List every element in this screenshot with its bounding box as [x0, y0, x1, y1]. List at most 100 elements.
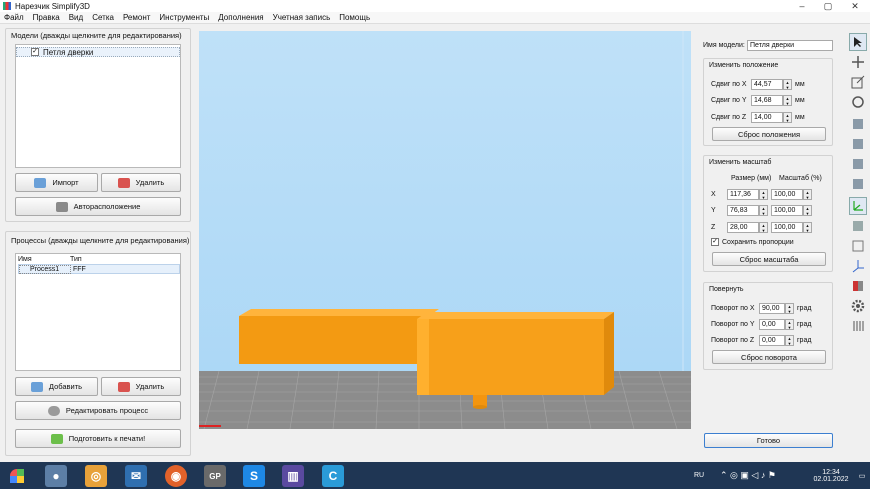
edit-process-button[interactable]: Редактировать процесс	[15, 401, 181, 420]
scale-z-spinner[interactable]: ▲ ▼	[803, 222, 812, 233]
pos-x-spinner[interactable]: ▲ ▼	[783, 79, 792, 90]
delete-process-button[interactable]: Удалить	[101, 377, 181, 396]
view-iso-icon[interactable]	[849, 175, 867, 193]
rot-x-spinner[interactable]: ▲ ▼	[785, 303, 794, 314]
process-name: Process1	[19, 264, 71, 274]
rot-y-input[interactable]: 0,00	[759, 319, 785, 330]
scale-y-input[interactable]: 100,00	[771, 205, 803, 216]
rotate-tool-icon[interactable]	[849, 93, 867, 111]
pos-y-spinner[interactable]: ▲ ▼	[783, 95, 792, 106]
pos-z-spinner[interactable]: ▲ ▼	[783, 112, 792, 123]
reset-position-button[interactable]: Сброс положения	[712, 127, 826, 141]
delete-model-button[interactable]: Удалить	[101, 173, 181, 192]
view-top-icon[interactable]	[849, 115, 867, 133]
menu-mesh[interactable]: Сетка	[92, 13, 114, 22]
scale-x-spinner[interactable]: ▲ ▼	[803, 189, 812, 200]
menu-tools[interactable]: Инструменты	[159, 13, 209, 22]
import-button[interactable]: Импорт	[15, 173, 98, 192]
size-x-input[interactable]: 117,36	[727, 189, 759, 200]
wireframe-view-icon[interactable]	[849, 237, 867, 255]
menu-account[interactable]: Учетная запись	[273, 13, 331, 22]
view-side-icon[interactable]	[849, 155, 867, 173]
rot-x-input[interactable]: 90,00	[759, 303, 785, 314]
maximize-icon[interactable]: ▢	[816, 0, 840, 12]
size-y-input[interactable]: 76,83	[727, 205, 759, 216]
table-header: Имя Тип	[16, 254, 180, 264]
scale-x-input[interactable]: 100,00	[771, 189, 803, 200]
list-item[interactable]: ✓ Петля дверки	[16, 47, 180, 57]
solid-view-icon[interactable]	[849, 217, 867, 235]
title-bar: Нарезчик Simplify3D – ▢ ✕	[0, 0, 870, 12]
size-x-spinner[interactable]: ▲ ▼	[759, 189, 768, 200]
scale-tool-icon[interactable]	[849, 73, 867, 91]
app6-icon[interactable]: S	[243, 465, 265, 487]
rot-z-input[interactable]: 0,00	[759, 335, 785, 346]
cross-section-icon[interactable]	[849, 277, 867, 295]
app8-icon[interactable]: C	[322, 465, 344, 487]
scene	[199, 31, 691, 429]
app-icon	[3, 2, 11, 10]
models-list[interactable]: ✓ Петля дверки	[15, 44, 181, 168]
size-z-spinner[interactable]: ▲ ▼	[759, 222, 768, 233]
rot-z-spinner[interactable]: ▲ ▼	[785, 335, 794, 346]
menu-plugins[interactable]: Дополнения	[218, 13, 263, 22]
menu-edit[interactable]: Правка	[33, 13, 60, 22]
model-checkbox[interactable]: ✓	[31, 48, 39, 56]
pos-z-input[interactable]: 14,00	[751, 112, 783, 123]
notifications-icon[interactable]: ▭	[856, 462, 868, 489]
pos-z-label: Сдвиг по Z	[711, 114, 747, 121]
add-process-button[interactable]: Добавить	[15, 377, 98, 396]
keep-ratio-label: Сохранить пропорции	[722, 238, 794, 246]
rot-z-label: Поворот по Z	[711, 337, 755, 344]
select-tool-icon[interactable]	[849, 33, 867, 51]
autoplace-icon	[55, 201, 68, 212]
move-tool-icon[interactable]	[849, 53, 867, 71]
app5-icon[interactable]: GP	[204, 465, 226, 487]
right-toolbar	[846, 31, 870, 331]
tray-lang[interactable]: RU	[694, 462, 704, 489]
model-name-input[interactable]: Петля дверки	[747, 40, 833, 51]
pos-x-input[interactable]: 44,57	[751, 79, 783, 90]
models-title: Модели (дважды щелкните для редактирован…	[11, 31, 182, 40]
app1-icon[interactable]: ●	[45, 465, 67, 487]
col-type: Тип	[70, 255, 82, 263]
model-name-label: Имя модели:	[703, 42, 745, 49]
minimize-icon[interactable]: –	[790, 0, 814, 12]
reset-rotation-button[interactable]: Сброс поворота	[712, 350, 826, 364]
processes-table[interactable]: Имя Тип Process1 FFF	[15, 253, 181, 371]
done-button[interactable]: Готово	[704, 433, 833, 448]
autoplace-button[interactable]: Авторасположение	[15, 197, 181, 216]
firefox-icon[interactable]: ◉	[165, 465, 187, 487]
prepare-print-button[interactable]: Подготовить к печати!	[15, 429, 181, 448]
menu-repair[interactable]: Ремонт	[123, 13, 150, 22]
menu-view[interactable]: Вид	[69, 13, 83, 22]
3d-viewport[interactable]	[199, 31, 691, 429]
app3-icon[interactable]: ✉	[125, 465, 147, 487]
add-icon	[30, 381, 43, 392]
menu-file[interactable]: Файл	[4, 13, 24, 22]
tray-icons[interactable]: ⌃ ◎ ▣ ◁ ♪ ⚑	[720, 462, 776, 489]
size-y-spinner[interactable]: ▲ ▼	[759, 205, 768, 216]
table-row[interactable]: Process1 FFF	[18, 264, 180, 274]
pos-y-input[interactable]: 14,68	[751, 95, 783, 106]
supports-icon[interactable]	[849, 317, 867, 335]
windows-start-icon[interactable]	[6, 465, 28, 487]
app2-icon[interactable]: ◎	[85, 465, 107, 487]
keep-ratio-checkbox[interactable]: ✓	[711, 238, 719, 246]
scale-y-spinner[interactable]: ▲ ▼	[803, 205, 812, 216]
scale-z-input[interactable]: 100,00	[771, 222, 803, 233]
rot-y-spinner[interactable]: ▲ ▼	[785, 319, 794, 330]
view-front-icon[interactable]	[849, 135, 867, 153]
close-icon[interactable]: ✕	[843, 0, 867, 12]
axes-toggle-icon[interactable]	[849, 197, 867, 215]
menu-help[interactable]: Помощь	[339, 13, 370, 22]
percent-header: Масштаб (%)	[779, 175, 822, 182]
gear-icon	[47, 405, 60, 416]
settings-gear-icon[interactable]	[849, 297, 867, 315]
size-z-input[interactable]: 28,00	[727, 222, 759, 233]
reset-scale-button[interactable]: Сброс масштаба	[712, 252, 826, 266]
tray-clock[interactable]: 12:34 02.01.2022	[810, 462, 852, 489]
prepare-icon	[50, 433, 63, 444]
coordinate-axes-icon[interactable]	[849, 257, 867, 275]
simplify3d-icon[interactable]: ▥	[282, 465, 304, 487]
